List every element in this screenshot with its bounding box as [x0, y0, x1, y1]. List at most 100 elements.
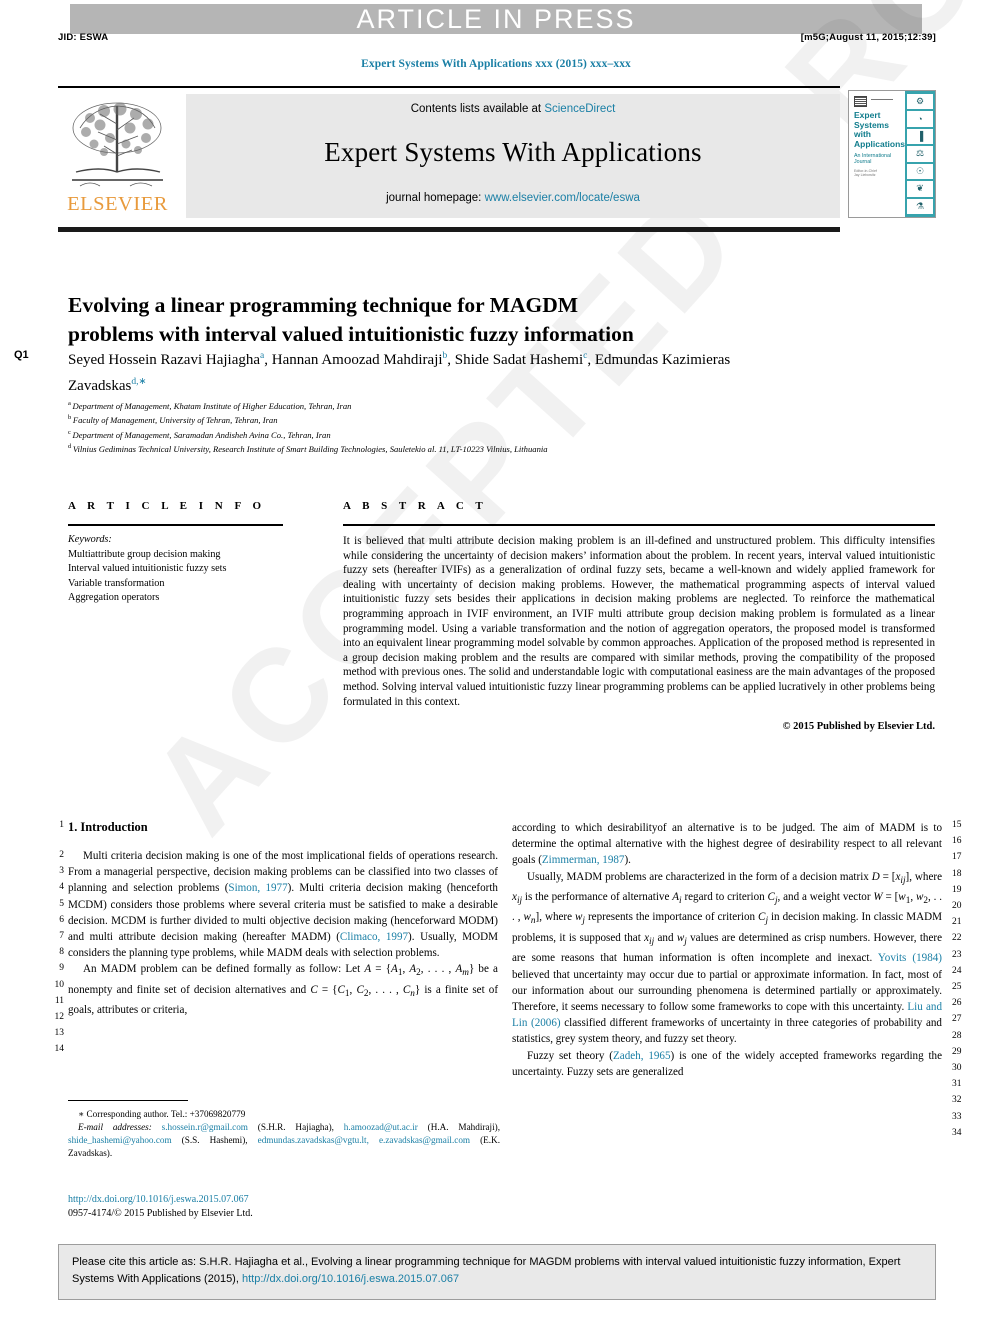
author-affiliation-marker: a — [260, 351, 265, 361]
journal-citation-line: Expert Systems With Applications xxx (20… — [361, 58, 631, 70]
cover-dash-rule — [871, 99, 893, 100]
keyword-item: Interval valued intuitionistic fuzzy set… — [68, 563, 227, 574]
email-link[interactable]: edmundas.zavadskas@vgtu.lt, e.zavadskas@… — [258, 1135, 470, 1145]
line-number: 33 — [952, 1111, 962, 1122]
abstract-block: A B S T R A C T It is believed that mult… — [343, 500, 935, 732]
doi-block: http://dx.doi.org/10.1016/j.eswa.2015.07… — [68, 1193, 508, 1220]
keyword-item: Variable transformation — [68, 577, 165, 589]
line-number: 14 — [54, 1044, 65, 1055]
email-addresses-label: E-mail addresses: — [78, 1122, 162, 1133]
author-name: Seyed Hossein Razavi Hajiagha — [68, 352, 261, 368]
line-number: 6 — [59, 914, 64, 925]
abstract-rule — [343, 524, 935, 526]
affiliation-line: a Department of Management, Khatam Insti… — [68, 398, 928, 412]
author-affiliation-marker: d,∗ — [131, 377, 147, 387]
body-paragraph: according to which desirabilityof an alt… — [512, 822, 942, 867]
contents-available-line: Contents lists available at ScienceDirec… — [186, 94, 840, 115]
corresponding-author-note: ∗ Corresponding author. Tel.: +370698207… — [78, 1109, 246, 1120]
cover-icon-atom: ❦ — [907, 181, 933, 197]
line-number: 19 — [952, 884, 962, 895]
cover-title: Expert Systems with Applications — [854, 110, 906, 149]
affiliation-line: b Faculty of Management, University of T… — [68, 412, 928, 426]
keyword-item: Multiattribute group decision making — [68, 548, 221, 560]
cover-icon-microscope: ☉ — [907, 163, 933, 180]
left-paragraphs: Multi criteria decision making is one of… — [68, 848, 498, 1018]
line-number: 27 — [952, 1014, 962, 1025]
journal-homepage-link[interactable]: www.elsevier.com/locate/eswa — [485, 192, 640, 204]
line-number: 21 — [952, 917, 962, 928]
journal-info-box: Contents lists available at ScienceDirec… — [186, 94, 840, 218]
cite-this-article-box: Please cite this article as: S.H.R. Haji… — [58, 1244, 936, 1300]
cover-subtitle: An International Journal — [854, 153, 901, 165]
body-paragraph: Multi criteria decision making is one of… — [68, 850, 498, 960]
body-paragraph: Usually, MADM problems are characterized… — [512, 870, 943, 1046]
body-paragraph: An MADM problem can be defined formally … — [68, 963, 499, 1017]
journal-masthead: ELSEVIER Contents lists available at Sci… — [58, 86, 936, 234]
cover-title-line-4: Applications — [854, 138, 906, 149]
email-link[interactable]: shide_hashemi@yahoo.com — [68, 1135, 172, 1145]
article-info-heading: A R T I C L E I N F O — [68, 500, 266, 512]
column-right: according to which desirabilityof an alt… — [512, 820, 942, 1080]
line-number: 8 — [59, 947, 64, 958]
email-addresses-note: E-mail addresses: s.hossein.r@gmail.com … — [68, 1121, 500, 1160]
contents-prefix: Contents lists available at — [410, 103, 545, 115]
affiliation-line: d Vilnius Gediminas Technical University… — [68, 441, 928, 455]
cover-editor-note: Editor-in-Chief Jay Liebowitz — [854, 169, 901, 178]
line-number: 29 — [952, 1046, 962, 1057]
column-left: 1. Introduction Multi criteria decision … — [68, 820, 498, 1018]
affiliation-text: Department of Management, Khatam Institu… — [72, 400, 352, 411]
line-number: 4 — [59, 882, 64, 893]
article-info-block: A R T I C L E I N F O Keywords: Multiatt… — [68, 500, 318, 606]
line-number: 17 — [952, 852, 962, 863]
cite-box-text: Please cite this article as: S.H.R. Haji… — [72, 1256, 901, 1285]
line-number: 2 — [59, 850, 64, 860]
affiliation-line: c Department of Management, Saramadan An… — [68, 427, 928, 441]
email-owner: (S.S. Hashemi), — [171, 1135, 258, 1146]
journal-cover-thumbnail: Expert Systems with Applications An Inte… — [848, 90, 936, 218]
article-in-press-banner: ARTICLE IN PRESS — [70, 4, 922, 34]
section-title-introduction: 1. Introduction — [68, 820, 148, 834]
affiliation-list: a Department of Management, Khatam Insti… — [68, 398, 928, 455]
sciencedirect-link[interactable]: ScienceDirect — [544, 103, 615, 115]
email-owner: (S.H.R. Hajiagha), — [247, 1122, 344, 1133]
line-number: 7 — [59, 931, 64, 941]
line-number: 22 — [952, 933, 962, 944]
running-head-left: JID: ESWA — [58, 32, 109, 43]
cover-icon-scale: ⚖ — [907, 146, 933, 162]
cover-icon-pie: ◔ — [907, 111, 933, 127]
page-title: Evolving a linear programming technique … — [68, 293, 634, 347]
journal-homepage-line: journal homepage: www.elsevier.com/locat… — [186, 192, 840, 204]
email-link[interactable]: h.amoozad@ut.ac.ir — [344, 1122, 418, 1132]
affiliation-text: Vilnius Gediminas Technical University, … — [72, 443, 548, 454]
footnote-block: ∗ Corresponding author. Tel.: +370698207… — [68, 1100, 500, 1160]
footnote-rule — [68, 1100, 188, 1102]
cite-box-doi-link[interactable]: http://dx.doi.org/10.1016/j.eswa.2015.07… — [242, 1273, 459, 1285]
affiliation-text: Department of Management, Saramadan Andi… — [72, 429, 331, 440]
line-number: 20 — [952, 901, 962, 911]
article-in-press-label: ARTICLE IN PRESS — [356, 4, 636, 34]
line-number: 16 — [952, 836, 962, 847]
keyword-item: Aggregation operators — [68, 592, 160, 603]
doi-link[interactable]: http://dx.doi.org/10.1016/j.eswa.2015.07… — [68, 1193, 508, 1207]
line-number: 31 — [952, 1079, 962, 1090]
line-number: 9 — [59, 963, 64, 974]
cover-icon-flask: ⚗ — [907, 198, 933, 214]
cover-icon-strip: ⚙ ◔ ▐ ⚖ ☉ ❦ ⚗ — [905, 91, 935, 217]
email-owner: (H.A. Mahdiraji), — [417, 1122, 501, 1133]
line-number: 10 — [54, 979, 65, 990]
cover-subtitle-line-2: Journal — [854, 159, 872, 165]
cover-left-panel: Expert Systems with Applications An Inte… — [849, 91, 905, 217]
line-number: 18 — [952, 868, 962, 879]
line-number: 28 — [952, 1030, 962, 1041]
line-number: 23 — [952, 949, 962, 960]
journal-title: Expert Systems With Applications — [324, 137, 702, 167]
email-link[interactable]: s.hossein.r@gmail.com — [162, 1122, 248, 1132]
author-name: Hannan Amoozad Mahdiraji — [271, 352, 443, 368]
right-paragraphs: according to which desirabilityof an alt… — [512, 820, 942, 1080]
line-number: 26 — [952, 998, 962, 1009]
author-list: Seyed Hossein Razavi Hajiaghaa, Hannan A… — [68, 351, 731, 394]
line-number: 30 — [952, 1063, 962, 1073]
keywords-list: Multiattribute group decision making Inte… — [68, 548, 318, 606]
issn-copyright-line: 0957-4174/© 2015 Published by Elsevier L… — [68, 1207, 253, 1219]
running-head: JID: ESWA [m5G;August 11, 2015;12:39] — [58, 32, 936, 43]
